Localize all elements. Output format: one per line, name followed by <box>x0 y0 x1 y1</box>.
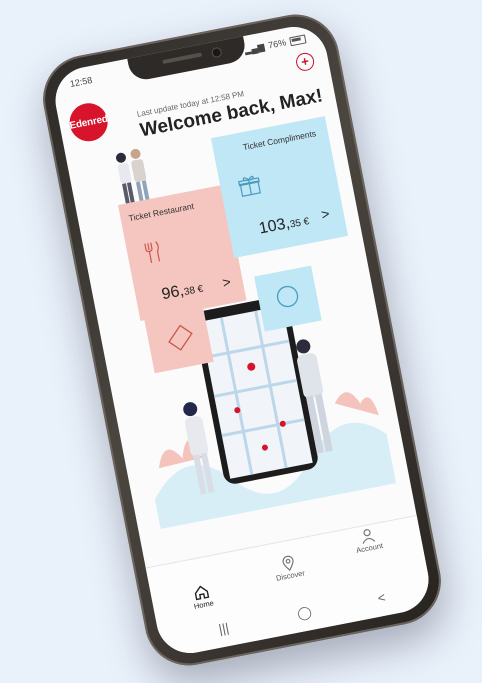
amount-cents: 35 € <box>289 216 311 231</box>
speaker-grille <box>162 52 203 65</box>
nav-discover-label: Discover <box>275 568 306 583</box>
back-icon[interactable]: < <box>376 590 386 606</box>
battery-icon <box>289 33 307 46</box>
ticket-compliments-card[interactable]: Ticket Compliments 103,35 € > <box>210 116 349 258</box>
card-amount: 103,35 € <box>258 211 311 238</box>
status-icons: ▂▄▆ 76% <box>243 33 307 56</box>
gift-icon <box>238 175 261 197</box>
app-screen: 12:58 ▂▄▆ 76% + Edenred Last update toda… <box>49 21 435 659</box>
nav-home[interactable]: Home <box>190 583 214 611</box>
cutlery-icon <box>144 241 161 263</box>
nav-account[interactable]: Account <box>352 525 384 555</box>
nav-discover[interactable]: Discover <box>272 553 306 583</box>
amount-main: 103, <box>257 214 292 238</box>
battery-level: 76% <box>267 37 287 51</box>
phone-frame: 12:58 ▂▄▆ 76% + Edenred Last update toda… <box>35 7 449 673</box>
phone-mockup: 12:58 ▂▄▆ 76% + Edenred Last update toda… <box>35 7 449 673</box>
bottom-navigation: Home Discover Account ||| ◯ < <box>145 514 435 659</box>
front-camera <box>210 46 223 59</box>
recent-apps-icon[interactable]: ||| <box>217 620 230 637</box>
card-title: Ticket Restaurant <box>127 200 195 224</box>
home-circle-icon[interactable]: ◯ <box>296 604 313 622</box>
add-button[interactable]: + <box>294 51 316 73</box>
edenred-logo: Edenred <box>66 99 111 145</box>
map-illustration <box>144 265 397 530</box>
phone-notch <box>126 34 248 83</box>
card-title: Ticket Compliments <box>241 128 317 153</box>
chevron-right-icon[interactable]: > <box>320 205 331 222</box>
signal-icon: ▂▄▆ <box>243 40 266 55</box>
status-time: 12:58 <box>69 74 94 90</box>
